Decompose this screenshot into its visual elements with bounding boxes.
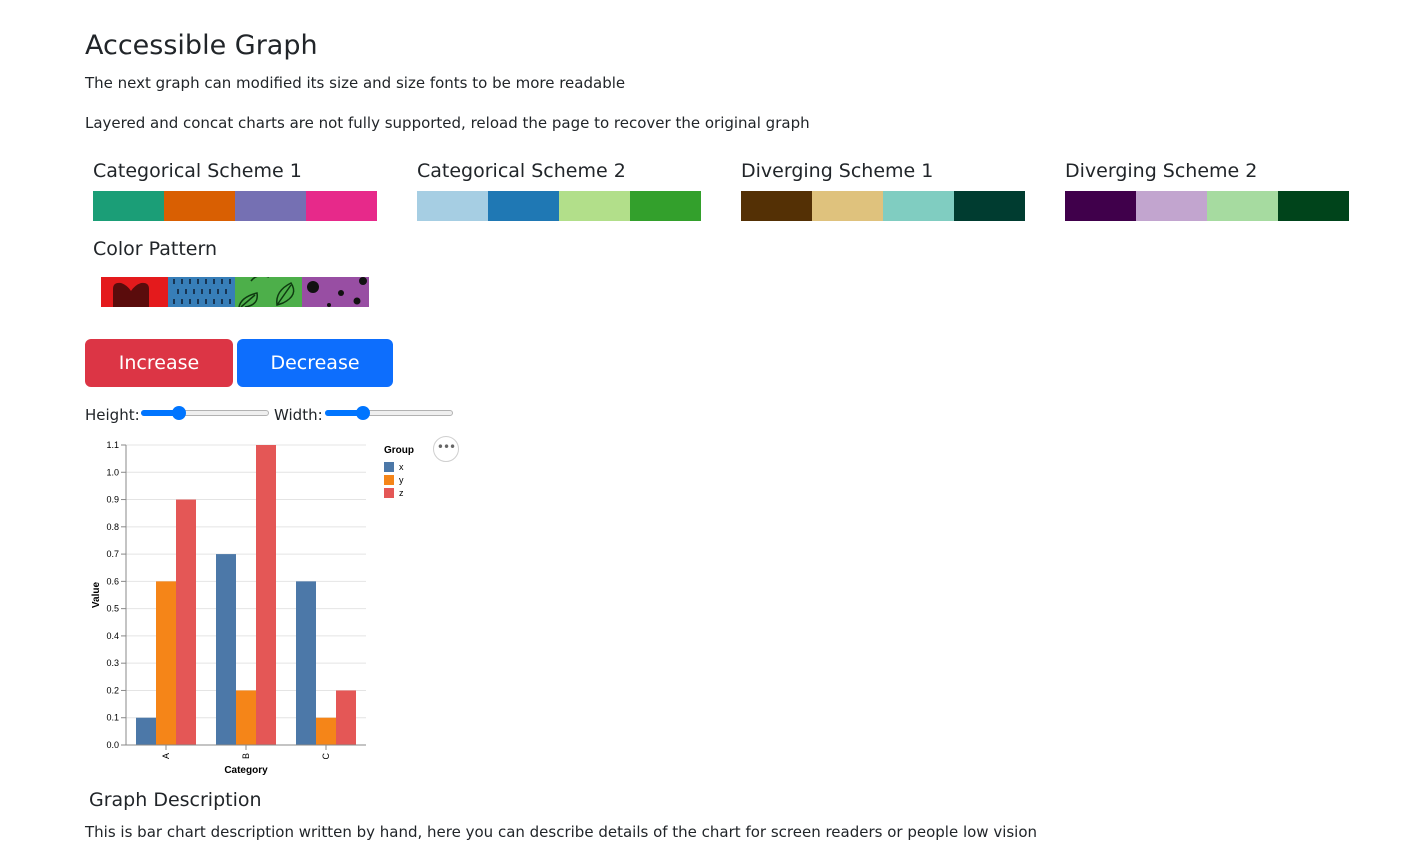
intro-text: The next graph can modified its size and… [85, 74, 626, 92]
scheme-title: Categorical Scheme 1 [93, 160, 302, 182]
x-tick-label: B [241, 753, 251, 759]
y-axis-title: Value [91, 582, 102, 609]
y-tick-label: 0.5 [106, 604, 119, 614]
y-tick-label: 0.0 [106, 740, 119, 750]
swatch-strip [1065, 191, 1349, 221]
y-tick-label: 0.6 [106, 576, 119, 586]
legend-swatch-y [384, 475, 394, 485]
bar-B-y [236, 690, 256, 745]
bar-chart: 0.0 0.1 0.2 0.3 0.4 0.5 0.6 0.7 0.8 0.9 1.0 1.1 A B C C… [91, 440, 414, 776]
note-text: Layered and concat charts are not fully … [85, 114, 810, 132]
slider-thumb[interactable] [172, 406, 187, 420]
color-pattern-strip [101, 277, 369, 307]
bar-B-x [216, 554, 236, 745]
color-swatch [488, 191, 559, 221]
y-tick-label: 0.7 [106, 549, 119, 559]
legend-swatch-x [384, 462, 394, 472]
legend-label: z [399, 488, 404, 498]
legend-title: Group [384, 445, 414, 456]
y-tick-label: 1.1 [106, 440, 119, 450]
x-tick-label: C [321, 753, 331, 760]
y-tick-label: 0.9 [106, 495, 119, 505]
swatch-strip [741, 191, 1025, 221]
pattern-swatch-green [235, 277, 302, 307]
color-swatch [164, 191, 235, 221]
color-swatch [741, 191, 812, 221]
height-slider-label: Height: [85, 406, 140, 424]
width-slider-label: Width: [274, 406, 323, 424]
legend-swatch-z [384, 488, 394, 498]
decrease-font-button[interactable]: Decrease font [237, 339, 393, 422]
bar-B-z [256, 445, 276, 745]
page-title: Accessible Graph [85, 30, 318, 61]
color-swatch [954, 191, 1025, 221]
color-swatch [417, 191, 488, 221]
height-slider[interactable] [141, 406, 269, 420]
swatch-strip [93, 191, 377, 221]
color-swatch [1065, 191, 1136, 221]
legend-label: y [399, 475, 404, 485]
y-tick-label: 0.4 [106, 631, 119, 641]
color-swatch [883, 191, 954, 221]
bar-C-x [296, 581, 316, 745]
color-swatch [1136, 191, 1207, 221]
color-swatch [630, 191, 701, 221]
bar-A-y [156, 581, 176, 745]
scheme-title: Categorical Scheme 2 [417, 160, 626, 182]
increase-font-button[interactable]: Increase font [85, 339, 233, 422]
color-swatch [1278, 191, 1349, 221]
color-swatch [1207, 191, 1278, 221]
color-swatch [93, 191, 164, 221]
color-swatch [812, 191, 883, 221]
description-title: Graph Description [89, 789, 262, 811]
bar-A-x [136, 717, 156, 745]
bar-C-z [336, 690, 356, 745]
description-text: This is bar chart description written by… [85, 823, 1038, 841]
scheme-title: Diverging Scheme 2 [1065, 160, 1258, 182]
width-slider[interactable] [325, 406, 453, 420]
legend-label: x [399, 462, 404, 472]
x-tick-label: A [161, 753, 171, 759]
color-swatch [235, 191, 306, 221]
slider-thumb[interactable] [356, 406, 371, 420]
x-axis-title: Category [224, 765, 268, 776]
bar-C-y [316, 717, 336, 745]
swatch-strip [417, 191, 701, 221]
y-tick-label: 0.3 [106, 658, 119, 668]
y-tick-label: 0.2 [106, 685, 119, 695]
color-swatch [306, 191, 377, 221]
y-tick-label: 0.1 [106, 713, 119, 723]
ellipsis-icon[interactable]: ••• [433, 436, 459, 462]
color-pattern-title: Color Pattern [93, 238, 218, 260]
y-tick-label: 1.0 [106, 467, 119, 477]
color-swatch [559, 191, 630, 221]
scheme-title: Diverging Scheme 1 [741, 160, 934, 182]
y-tick-label: 0.8 [106, 522, 119, 532]
bar-A-z [176, 499, 196, 745]
